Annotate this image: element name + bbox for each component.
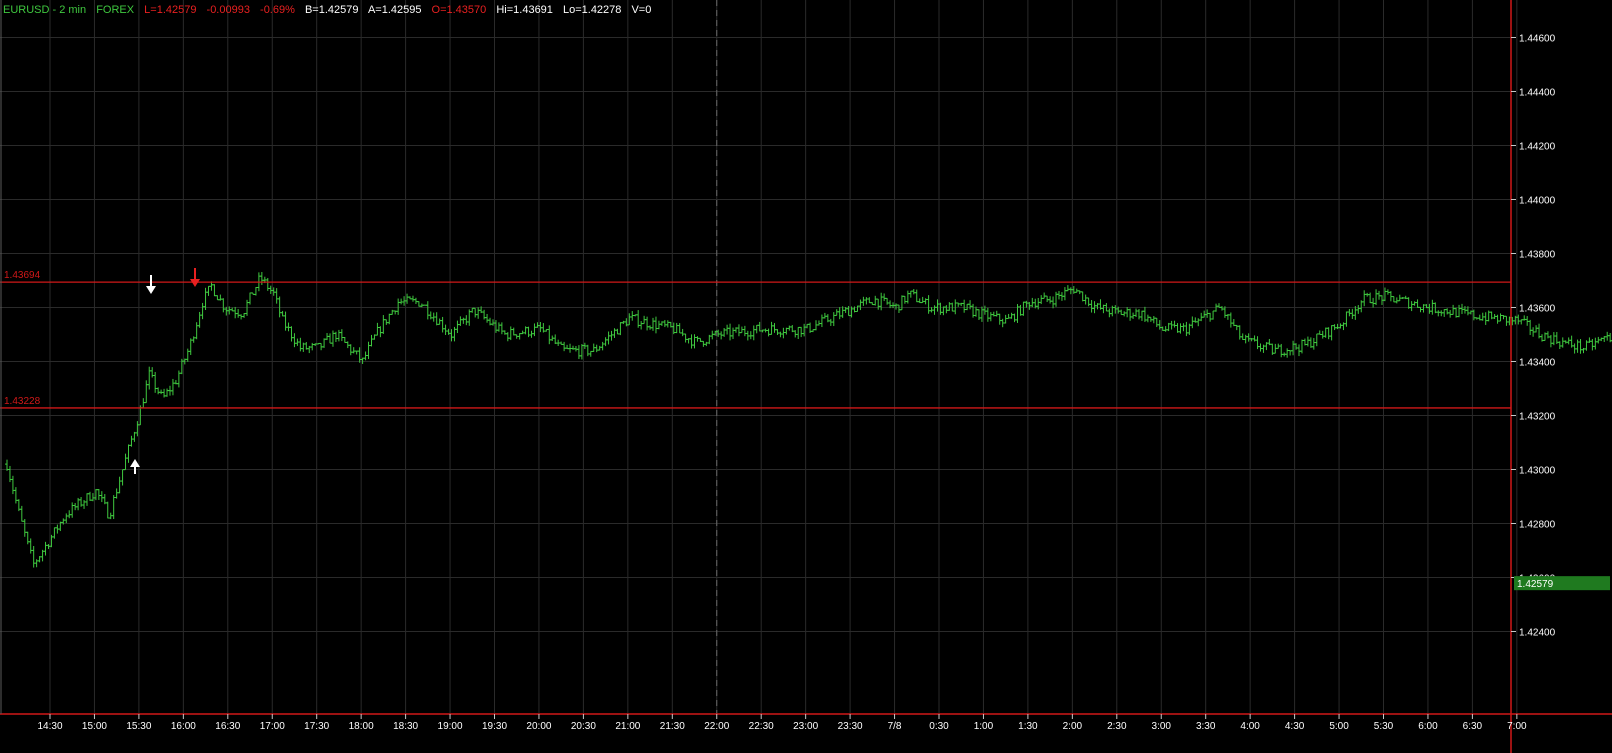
volume-label: V=0 [631,4,651,16]
change-label: -0.00993 [207,4,250,16]
x-tick-label: 7/8 [888,721,902,732]
x-tick-label: 17:00 [260,721,285,732]
x-tick-label: 3:30 [1196,721,1216,732]
y-tick-label: 1.43000 [1519,466,1556,477]
x-tick-label: 23:30 [838,721,863,732]
y-tick-label: 1.43600 [1519,304,1556,315]
open-label: O=1.43570 [432,4,487,16]
y-tick-label: 1.42800 [1519,520,1556,531]
y-tick-label: 1.43200 [1519,412,1556,423]
x-tick-label: 2:00 [1063,721,1083,732]
chart-window: 1.43694 1.43228 1.44600 1.44400 1.44200 1.44… [0,0,1612,753]
x-tick-label: 6:00 [1418,721,1438,732]
y-tick-label: 1.44000 [1519,196,1556,207]
x-tick-label: 23:00 [793,721,818,732]
y-tick-label: 1.43800 [1519,250,1556,261]
y-tick-label: 1.44400 [1519,88,1556,99]
x-tick-label: 0:30 [929,721,949,732]
high-label: Hi=1.43691 [496,4,553,16]
ask-label: A=1.42595 [368,4,422,16]
x-tick-label: 4:00 [1240,721,1260,732]
x-tick-label: 7:00 [1507,721,1527,732]
x-tick-label: 14:30 [37,721,62,732]
x-tick-label: 20:30 [571,721,596,732]
y-tick-label: 1.43400 [1519,358,1556,369]
x-tick-label: 2:30 [1107,721,1127,732]
x-tick-label: 5:30 [1374,721,1394,732]
x-tick-label: 22:30 [749,721,774,732]
x-tick-label: 17:30 [304,721,329,732]
x-tick-label: 18:30 [393,721,418,732]
x-tick-label: 20:00 [526,721,551,732]
y-tick-label: 1.42400 [1519,628,1556,639]
y-tick-label: 1.44200 [1519,142,1556,153]
symbol-label: EURUSD - 2 min [3,4,86,16]
price-chart[interactable]: 1.43694 1.43228 1.44600 1.44400 1.44200 1.44… [0,0,1612,753]
bid-label: B=1.42579 [305,4,359,16]
header-info: EURUSD - 2 min FOREX L=1.42579 -0.00993 … [3,4,651,16]
x-tick-label: 21:30 [660,721,685,732]
x-tick-label: 1:30 [1018,721,1038,732]
low-label: Lo=1.42278 [563,4,621,16]
x-tick-label: 5:00 [1329,721,1349,732]
x-tick-label: 22:00 [704,721,729,732]
x-tick-label: 16:30 [215,721,240,732]
last-price-label: L=1.42579 [144,4,196,16]
x-tick-label: 6:30 [1463,721,1483,732]
x-tick-label: 18:00 [349,721,374,732]
change-pct-label: -0.69% [260,4,295,16]
x-tick-label: 16:00 [171,721,196,732]
x-tick-label: 1:00 [974,721,994,732]
x-tick-label: 21:00 [615,721,640,732]
x-tick-label: 19:00 [438,721,463,732]
level-label: 1.43228 [4,396,41,407]
x-tick-label: 3:00 [1152,721,1172,732]
x-tick-label: 4:30 [1285,721,1305,732]
y-tick-label: 1.44600 [1519,34,1556,45]
x-tick-label: 15:30 [126,721,151,732]
level-label: 1.43694 [4,270,41,281]
last-price-label: 1.42579 [1517,579,1554,590]
x-tick-label: 15:00 [82,721,107,732]
exchange-label: FOREX [96,4,135,16]
x-tick-label: 19:30 [482,721,507,732]
